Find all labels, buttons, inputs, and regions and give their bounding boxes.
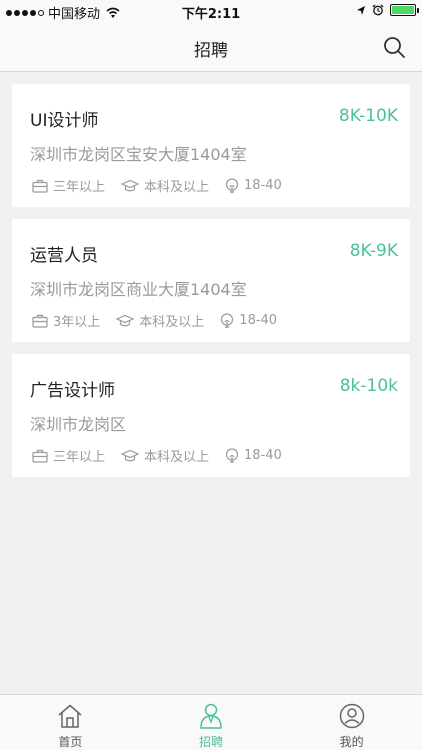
- job-age: 18-40: [239, 313, 278, 328]
- home-icon: [58, 704, 82, 728]
- tab-bar: 首页 招聘 我的: [0, 694, 422, 750]
- job-education: 本科及以上: [144, 450, 210, 465]
- job-education: 本科及以上: [139, 315, 205, 330]
- tab-recruit-label: 招聘: [199, 735, 224, 749]
- job-address: 深圳市龙岗区宝安大厦1404室: [30, 145, 247, 164]
- search-icon[interactable]: [382, 35, 406, 59]
- nav-bar: 招聘: [0, 22, 422, 72]
- tab-home-label: 首页: [58, 735, 83, 749]
- job-experience: 3年以上: [53, 315, 101, 330]
- briefcase-icon: [32, 179, 48, 193]
- job-age: 18-40: [244, 178, 282, 193]
- job-address: 深圳市龙岗区商业大厦1404室: [30, 280, 247, 299]
- graduation-cap-icon: [116, 314, 135, 326]
- job-list: UI设计师 8K-10K 深圳市龙岗区宝安大厦1404室 三年以上 本科及以上: [12, 84, 410, 489]
- briefcase-icon: [32, 449, 48, 463]
- graduation-cap-icon: [121, 179, 140, 191]
- age-bulb-icon: [221, 312, 234, 328]
- job-title: 运营人员: [30, 246, 98, 266]
- job-age: 18-40: [244, 448, 282, 463]
- age-bulb-icon: [225, 177, 239, 193]
- job-card[interactable]: UI设计师 8K-10K 深圳市龙岗区宝安大厦1404室 三年以上 本科及以上: [12, 84, 410, 207]
- job-education: 本科及以上: [144, 180, 210, 195]
- battery-icon: [390, 4, 419, 16]
- recruit-person-icon: [200, 703, 222, 729]
- location-icon: [357, 5, 365, 15]
- tab-profile[interactable]: 我的: [281, 695, 422, 750]
- alarm-icon: [372, 4, 384, 16]
- profile-icon: [339, 703, 364, 729]
- job-address: 深圳市龙岗区: [30, 415, 127, 434]
- page-title: 招聘: [194, 41, 228, 61]
- age-bulb-icon: [225, 447, 239, 463]
- job-card[interactable]: 运营人员 8K-9K 深圳市龙岗区商业大厦1404室 3年以上 本科及以上 18…: [12, 219, 410, 342]
- job-card[interactable]: 广告设计师 8k-10k 深圳市龙岗区 三年以上 本科及以上 18-40: [12, 354, 410, 477]
- job-title: UI设计师: [30, 111, 99, 131]
- tab-recruit[interactable]: 招聘: [141, 695, 282, 750]
- job-experience: 三年以上: [53, 450, 106, 465]
- job-salary: 8k-10k: [339, 376, 398, 396]
- job-salary: 8K-10K: [338, 106, 398, 126]
- job-experience: 三年以上: [53, 180, 106, 195]
- graduation-cap-icon: [121, 449, 140, 461]
- job-title: 广告设计师: [30, 381, 115, 401]
- tab-profile-label: 我的: [339, 735, 364, 749]
- briefcase-icon: [32, 314, 48, 328]
- status-bar: 中国移动 下午2:11: [0, 0, 422, 22]
- tab-home[interactable]: 首页: [0, 695, 141, 750]
- job-salary: 8K-9K: [349, 241, 398, 261]
